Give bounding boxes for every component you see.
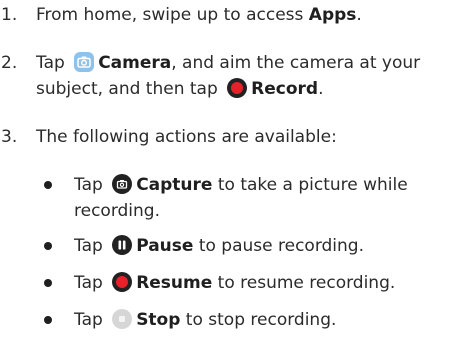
bullet-icon [44,242,52,250]
step-1: 1. From home, swipe up to access Apps. [0,2,449,28]
capture-label: Capture [136,175,213,195]
bullet-icon [44,316,52,324]
action-item-stop: Tap Stop to stop recording. [44,307,449,333]
step-text: Tap Camera, and aim the camera at your s… [36,52,421,99]
bullet-icon [44,279,52,287]
step-text: The following actions are available: [36,127,337,147]
apps-label: Apps [308,5,357,25]
stop-label: Stop [136,310,181,330]
step-number: 1. [1,5,18,25]
camera-label: Camera [98,53,172,73]
action-text: Tap Pause to pause recording. [74,235,364,256]
action-text: Tap Capture to take a picture while reco… [74,174,408,221]
step-number: 2. [1,53,18,73]
step-number: 3. [1,127,18,147]
pause-label: Pause [136,236,194,256]
action-item-resume: Tap Resume to resume recording. [44,270,449,296]
resume-icon [112,272,133,292]
stop-icon [112,309,133,329]
action-text: Tap Stop to stop recording. [74,309,337,330]
resume-label: Resume [136,273,213,293]
record-icon [227,78,248,98]
camera-app-icon [74,52,95,72]
bullet-icon [44,181,52,189]
capture-icon [112,174,133,194]
action-text: Tap Resume to resume recording. [74,272,396,293]
action-item-pause: Tap Pause to pause recording. [44,233,449,259]
step-3: 3. The following actions are available: [0,124,449,150]
record-label: Record [251,79,319,99]
step-2: 2. Tap Camera, and aim the camera at you… [0,50,449,102]
action-item-capture: Tap Capture to take a picture while reco… [44,172,449,224]
step-text: From home, swipe up to access Apps. [36,5,362,25]
pause-icon [112,235,133,255]
